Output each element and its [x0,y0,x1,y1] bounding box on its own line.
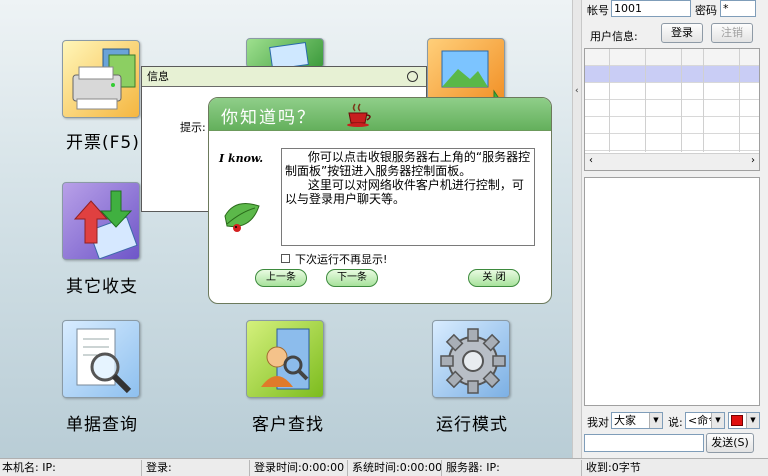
info-window-titlebar[interactable]: 信息 [142,67,426,87]
tip-dialog: 你知道吗？ I know. 你可以点击收银服务器右上角的“服务器控制面板”按钮进… [208,97,552,304]
status-bar: 本机名: IP: 登录: 登录时间:0:00:00 系统时间:0:00:00 服… [0,458,768,476]
dont-show-label: 下次运行不再显示! [295,253,388,266]
chevron-down-icon[interactable]: ▼ [746,413,759,428]
table-row[interactable] [585,83,759,100]
chevron-left-icon[interactable]: ‹ [575,86,579,96]
chevron-down-icon[interactable]: ▼ [711,413,724,428]
login-button[interactable]: 登录 [661,23,703,43]
printer-icon [62,40,140,118]
account-label: 帐号 [587,4,609,17]
status-login-time: 登录时间:0:00:00 [252,460,348,476]
next-tip-button[interactable]: 下一条 [326,269,378,287]
tile-label: 其它收支 [66,277,138,297]
recipient-value: 大家 [614,414,636,427]
close-tip-button[interactable]: 关 闭 [468,269,520,287]
table-header-row [585,49,759,66]
customer-search-icon [246,320,324,398]
info-window-prompt: 提示: [180,121,206,134]
account-input[interactable]: 1001 [611,0,691,17]
table-row[interactable] [585,134,759,151]
dont-show-checkbox[interactable] [281,254,290,263]
user-info-table: ‹ › [584,48,760,171]
tile-label: 运行模式 [436,415,508,435]
status-login: 登录: [144,460,250,476]
color-select[interactable]: ▼ [728,412,760,429]
tip-title: 你知道吗？ [221,108,316,128]
coffee-cup-icon [347,103,371,127]
window-circle-icon[interactable] [407,71,418,82]
status-received: 收到:0字节 [586,461,641,474]
table-row[interactable] [585,100,759,117]
tile-label: 客户查找 [252,415,324,435]
recipient-select[interactable]: 大家 ▼ [611,412,663,429]
gear-icon [432,320,510,398]
say-label: 说: [668,416,683,429]
table-row[interactable] [585,117,759,134]
prev-tip-button[interactable]: 上一条 [255,269,307,287]
chat-log[interactable] [584,177,760,406]
scroll-left-icon[interactable]: ‹ [589,155,593,166]
user-info-label: 用户信息: [590,30,638,43]
logout-button[interactable]: 注销 [711,23,753,43]
info-window-title: 信息 [147,70,169,83]
tip-header: 你知道吗？ [209,98,551,131]
table-hscrollbar[interactable]: ‹ › [585,153,759,170]
status-system-time: 系统时间:0:00:00 [352,460,442,476]
table-row[interactable] [585,66,759,83]
send-button[interactable]: 发送(S) [706,433,754,453]
command-select[interactable]: <命令 ▼ [685,412,725,429]
transfer-arrows-icon [62,182,140,260]
panel-splitter[interactable]: ‹ [572,0,582,458]
color-swatch [731,415,743,426]
photo-icon [246,38,324,68]
status-local-name: 本机名: IP: [0,460,142,476]
main-panel: 开票(F5) 其它收支 单据查询 客户查找 运行模式 信息 提示: 你知道吗？ … [0,0,572,458]
tip-message: 你可以点击收银服务器右上角的“服务器控制面板”按钮进入服务器控制面板。 这里可以… [281,148,535,246]
chevron-down-icon[interactable]: ▼ [649,413,662,428]
password-label: 密码 [695,4,717,17]
to-label: 我对 [587,416,609,429]
scroll-right-icon[interactable]: › [751,155,755,166]
server-control-panel: 帐号 1001 密码 * 用户信息: 登录 注销 ‹ › 我对 大家 ▼ 说: … [582,0,768,458]
leaf-ladybug-icon [224,203,260,232]
tile-label: 单据查询 [66,415,138,435]
document-magnifier-icon [62,320,140,398]
tip-badge: I know. [219,152,264,165]
tile-label: 开票(F5) [66,133,140,153]
message-input[interactable] [584,434,704,452]
password-input[interactable]: * [720,0,756,17]
status-server: 服务器: IP: [444,460,582,476]
